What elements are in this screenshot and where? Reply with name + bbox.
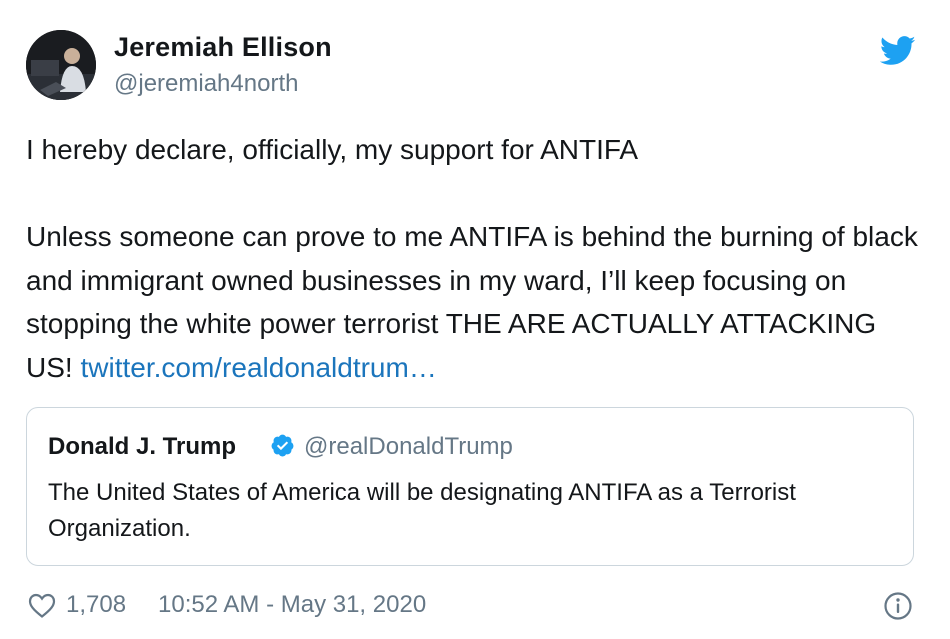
quoted-tweet-link[interactable]: twitter.com/realdonaldtrum… (80, 352, 436, 383)
quoted-tweet[interactable]: Donald J. Trump @realDonaldTrump The Uni… (26, 407, 914, 566)
quoted-author-handle[interactable]: @realDonaldTrump (304, 433, 513, 461)
twitter-bird-icon[interactable] (880, 36, 916, 66)
tweet-card: Jeremiah Ellison @jeremiah4north I hereb… (0, 0, 950, 639)
quoted-author-name[interactable]: Donald J. Trump (48, 433, 236, 461)
author-display-name[interactable]: Jeremiah Ellison (114, 32, 332, 63)
like-count[interactable]: 1,708 (66, 591, 126, 619)
tweet-footer: 1,708 10:52 AM - May 31, 2020 (26, 589, 916, 623)
tweet-text-line-1: I hereby declare, officially, my support… (26, 134, 639, 165)
author-handle[interactable]: @jeremiah4north (114, 70, 298, 98)
quoted-tweet-text: The United States of America will be des… (48, 479, 796, 542)
heart-icon[interactable] (28, 593, 56, 619)
avatar-photo (26, 30, 96, 100)
info-icon[interactable] (883, 591, 913, 621)
avatar[interactable] (26, 30, 96, 100)
tweet-text: I hereby declare, officially, my support… (26, 128, 921, 389)
tweet-text-paragraph: Unless someone can prove to me ANTIFA is… (26, 215, 921, 389)
verified-badge-icon (270, 433, 295, 458)
timestamp[interactable]: 10:52 AM - May 31, 2020 (158, 591, 426, 619)
tweet-header: Jeremiah Ellison @jeremiah4north (26, 30, 916, 100)
